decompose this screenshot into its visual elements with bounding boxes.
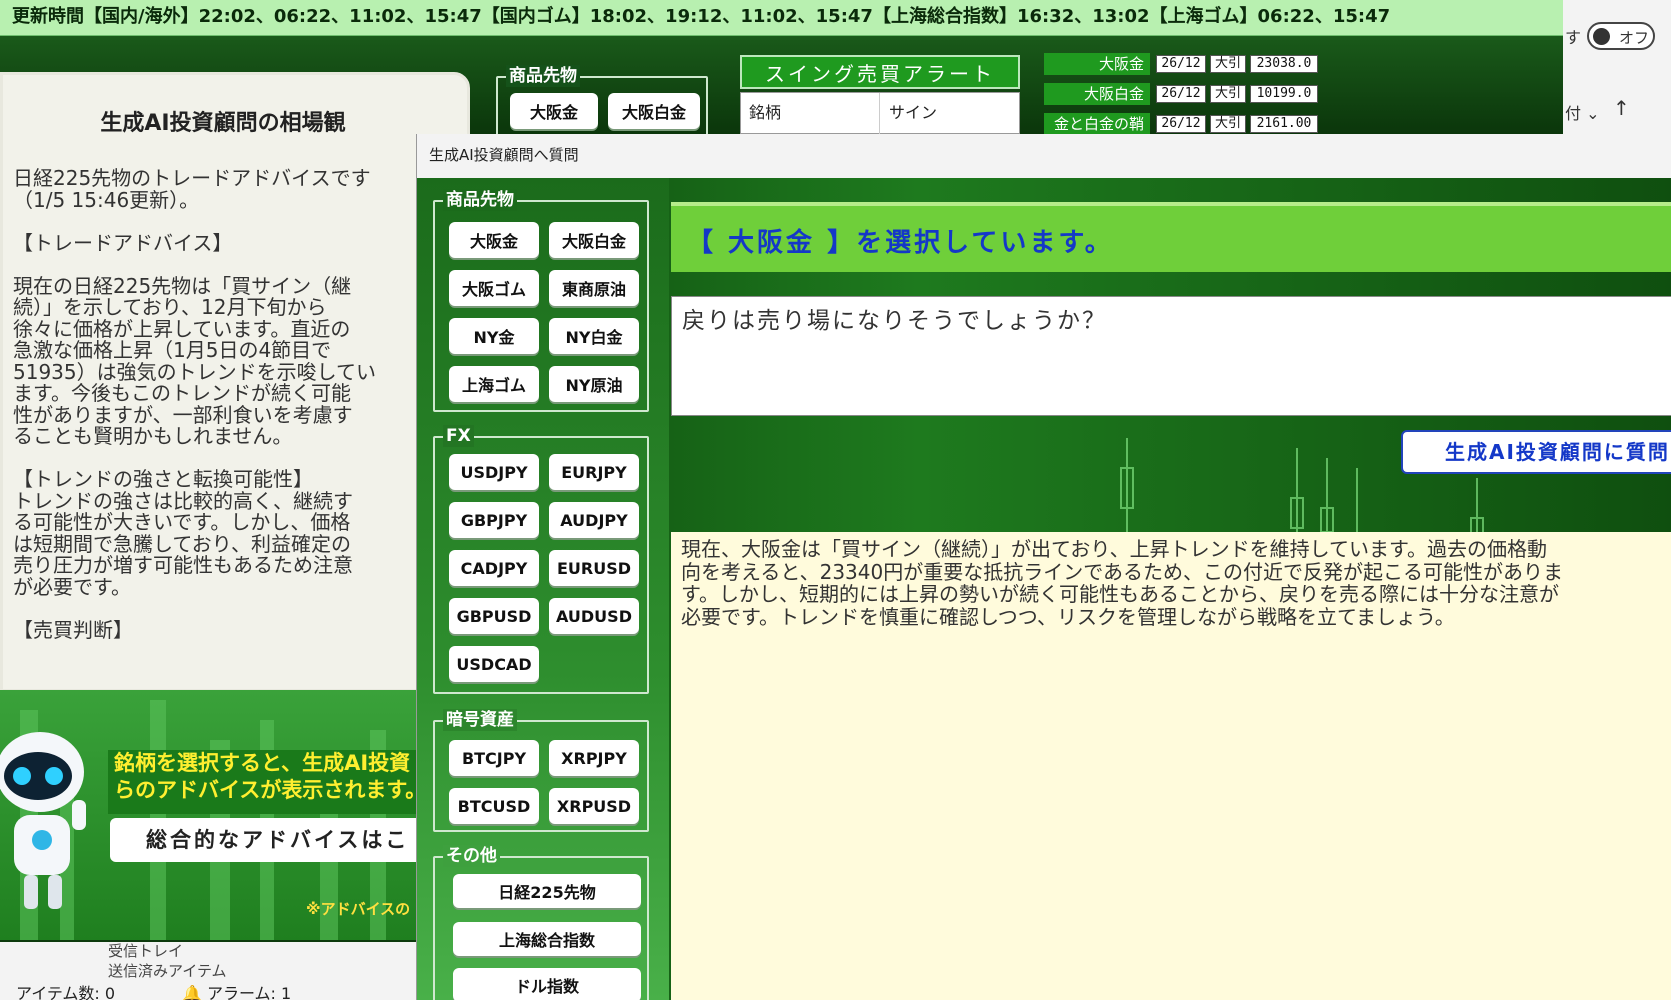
bg-commodity-legend: 商品先物	[506, 65, 580, 87]
advice-note: ※アドバイスの	[306, 900, 411, 918]
folder-inbox[interactable]: 受信トレイ	[108, 940, 183, 961]
button-audusd[interactable]: AUDUSD	[549, 598, 639, 634]
button-xrpjpy[interactable]: XRPJPY	[549, 740, 639, 776]
button-gbpjpy[interactable]: GBPJPY	[449, 502, 539, 538]
commodity-legend: 商品先物	[443, 189, 517, 211]
ask-advisor-button[interactable]: 生成AI投資顧問に質問	[1401, 430, 1671, 474]
folder-sent[interactable]: 送信済みアイテム	[108, 960, 227, 981]
button-usdjpy[interactable]: USDJPY	[449, 454, 539, 490]
button-nikkei225-futures[interactable]: 日経225先物	[453, 874, 641, 908]
button-dollar-index[interactable]: ドル指数	[453, 968, 641, 1000]
price-month: 26/12	[1156, 85, 1206, 103]
price-name: 大阪金	[1044, 53, 1150, 75]
item-count: アイテム数: 0	[16, 984, 116, 1000]
button-gbpusd[interactable]: GBPUSD	[449, 598, 539, 634]
price-type: 大引	[1210, 115, 1246, 133]
swing-col-name: 銘柄	[749, 103, 782, 122]
button-ny-gold[interactable]: NY金	[449, 318, 539, 354]
selected-symbol-banner: 【 大阪金 】を選択しています。	[671, 202, 1671, 272]
button-btcusd[interactable]: BTCUSD	[449, 788, 539, 824]
column-divider	[879, 93, 880, 135]
button-ny-platinum[interactable]: NY白金	[549, 318, 639, 354]
overall-advice-button[interactable]: 総合的なアドバイスはこ	[110, 818, 420, 862]
bg-button-osaka-platinum[interactable]: 大阪白金	[608, 93, 700, 129]
button-tocom-crude[interactable]: 東商原油	[549, 270, 639, 306]
price-type: 大引	[1210, 85, 1246, 103]
advice-banner-area: 銘柄を選択すると、生成AI投資 らのアドバイスが表示されます。 総合的なアドバイ…	[0, 690, 420, 940]
toggle-knob	[1593, 28, 1610, 45]
fx-legend: FX	[443, 425, 474, 447]
ask-ai-advisor-dialog: 生成AI投資顧問へ質問 商品先物 大阪金 大阪白金 大阪ゴム 東商原油 NY金 …	[416, 134, 1671, 1000]
button-cadjpy[interactable]: CADJPY	[449, 550, 539, 586]
button-shanghai-rubber[interactable]: 上海ゴム	[449, 366, 539, 402]
button-osaka-gold[interactable]: 大阪金	[449, 222, 539, 258]
toolbar-text-fragment: す	[1565, 28, 1582, 47]
price-month: 26/12	[1156, 55, 1206, 73]
advice-instruction-banner: 銘柄を選択すると、生成AI投資 らのアドバイスが表示されます。	[108, 750, 420, 814]
outlook-toolbar-fragment: す オフ 付 ⌄ ↑	[1563, 0, 1671, 134]
button-xrpusd[interactable]: XRPUSD	[549, 788, 639, 824]
button-shanghai-composite[interactable]: 上海総合指数	[453, 922, 641, 956]
selected-symbol-text: 【 大阪金 】を選択しています。	[687, 228, 1114, 258]
bg-button-osaka-gold[interactable]: 大阪金	[510, 93, 598, 129]
dialog-body: 商品先物 大阪金 大阪白金 大阪ゴム 東商原油 NY金 NY白金 上海ゴム NY…	[417, 178, 1671, 1000]
bell-icon: 🔔	[182, 984, 202, 1000]
update-time-ticker: 更新時間【国内/海外】22:02、06:22、11:02、15:47【国内ゴム】…	[0, 0, 1563, 36]
price-value: 23038.0	[1250, 55, 1318, 73]
price-month: 26/12	[1156, 115, 1206, 133]
price-name: 大阪白金	[1044, 83, 1150, 105]
dialog-title: 生成AI投資顧問へ質問	[429, 146, 579, 164]
market-view-advice-text: 日経225先物のトレードアドバイスです （1/5 15:46更新）。 【トレード…	[13, 166, 377, 642]
market-view-panel: 生成AI投資顧問の相場観 日経225先物のトレードアドバイスです （1/5 15…	[0, 72, 470, 692]
offline-toggle[interactable]: オフ	[1587, 22, 1655, 50]
button-usdcad[interactable]: USDCAD	[449, 646, 539, 682]
alarm-count: 🔔 アラーム: 1	[182, 980, 291, 1000]
swing-alert-table: 銘柄 サイン	[740, 92, 1020, 135]
swing-col-sign: サイン	[889, 103, 938, 122]
button-btcjpy[interactable]: BTCJPY	[449, 740, 539, 776]
swing-alert-title: スイング売買アラート	[740, 55, 1020, 89]
sort-arrow-up-icon[interactable]: ↑	[1613, 96, 1630, 120]
button-osaka-rubber[interactable]: 大阪ゴム	[449, 270, 539, 306]
mail-status-bar: 受信トレイ 送信済みアイテム アイテム数: 0 🔔 アラーム: 1	[0, 942, 420, 1000]
other-legend: その他	[443, 845, 500, 867]
price-value: 10199.0	[1250, 85, 1318, 103]
chevron-down-icon: ⌄	[1586, 104, 1600, 123]
crypto-legend: 暗号資産	[443, 709, 517, 731]
button-eurjpy[interactable]: EURJPY	[549, 454, 639, 490]
price-value: 2161.00	[1250, 115, 1318, 133]
market-view-title: 生成AI投資顧問の相場観	[100, 111, 346, 136]
toggle-label: オフ	[1619, 29, 1650, 47]
button-ny-crude[interactable]: NY原油	[549, 366, 639, 402]
button-audjpy[interactable]: AUDJPY	[549, 502, 639, 538]
sort-dropdown[interactable]: 付 ⌄	[1565, 100, 1600, 124]
symbol-sidebar: 商品先物 大阪金 大阪白金 大阪ゴム 東商原油 NY金 NY白金 上海ゴム NY…	[417, 178, 669, 1000]
price-type: 大引	[1210, 55, 1246, 73]
price-name: 金と白金の鞘	[1044, 113, 1150, 135]
answer-output: 現在、大阪金は「買サイン（継続）」が出ており、上昇トレンドを維持しています。過去…	[671, 532, 1671, 1000]
button-eurusd[interactable]: EURUSD	[549, 550, 639, 586]
question-input[interactable]: 戻りは売り場になりそうでしょうか？	[671, 296, 1671, 416]
robot-mascot-icon	[0, 732, 86, 909]
button-osaka-platinum[interactable]: 大阪白金	[549, 222, 639, 258]
